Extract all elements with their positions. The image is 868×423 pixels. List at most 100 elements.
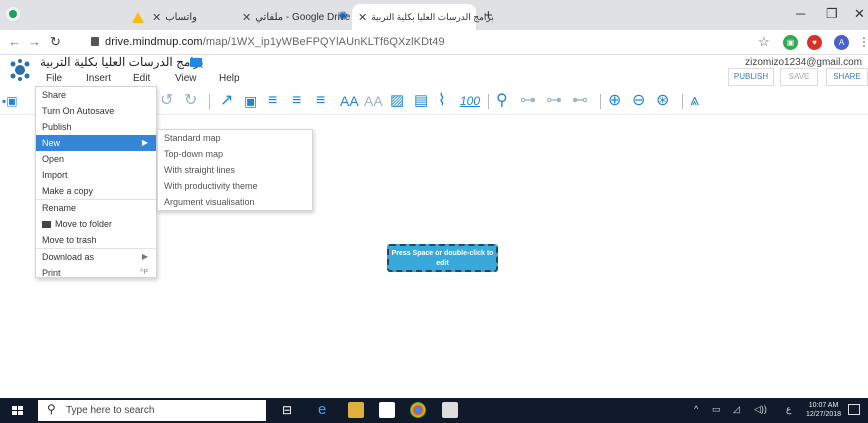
- menu-insert[interactable]: Insert: [86, 73, 133, 84]
- save-button[interactable]: SAVE: [780, 68, 818, 86]
- menu-edit[interactable]: Edit: [133, 73, 175, 84]
- search-placeholder: Type here to search: [66, 405, 155, 416]
- align-left-icon[interactable]: ≡: [268, 91, 277, 111]
- tab-close-icon[interactable]: ✕: [242, 11, 251, 24]
- back-icon[interactable]: ←: [8, 34, 21, 49]
- menu-item-share[interactable]: Share: [36, 87, 156, 103]
- chrome-icon: [6, 7, 20, 21]
- menu-item-standard-map[interactable]: Standard map: [158, 130, 312, 146]
- zoom-in-icon[interactable]: ⊕: [608, 91, 621, 111]
- bookmark-star-icon[interactable]: ☆: [758, 34, 770, 50]
- menu-item-import[interactable]: Import: [36, 167, 156, 183]
- chrome-taskbar-icon[interactable]: [410, 402, 426, 418]
- menu-item-print[interactable]: Print ^P: [36, 265, 156, 281]
- tab-mindmup[interactable]: ✕ برامج الدرسات العليا بكلية التربية: [352, 4, 494, 30]
- menu-item-publish[interactable]: Publish: [36, 119, 156, 135]
- add-parent-icon[interactable]: ⊷: [572, 91, 588, 111]
- toolbar-separator: [488, 94, 489, 109]
- url-host: drive.mindmup.com: [105, 36, 203, 48]
- search-icon: ⚲: [47, 402, 56, 416]
- submenu-arrow-icon: ▶: [141, 252, 148, 261]
- search-icon[interactable]: ⚲: [496, 91, 508, 111]
- font-size-down-icon[interactable]: AA: [364, 91, 383, 111]
- connector-icon[interactable]: ↗: [220, 91, 233, 111]
- windows-start-icon[interactable]: [12, 406, 23, 416]
- notification-icon[interactable]: [848, 404, 860, 415]
- tab-title: ملفاتي - Google Drive: [255, 11, 351, 23]
- menu-item-rename[interactable]: Rename: [36, 200, 156, 216]
- menu-item-productivity-theme[interactable]: With productivity theme: [158, 178, 312, 194]
- menu-item-move-to-trash[interactable]: Move to trash: [36, 232, 156, 248]
- extension-icon[interactable]: ♥: [807, 35, 822, 50]
- folder-icon[interactable]: [190, 58, 202, 67]
- menu-item-top-down-map[interactable]: Top-down map: [158, 146, 312, 162]
- url-field[interactable]: drive.mindmup.com/map/1WX_ip1yWBeFPQYlAU…: [105, 36, 445, 48]
- menu-item-make-copy[interactable]: Make a copy: [36, 183, 156, 199]
- mindmup-logo: [10, 59, 30, 81]
- browser-tab-strip: ✕ واتساب ✕ ملفاتي - Google Drive ✕ برامج…: [0, 0, 868, 30]
- profile-avatar[interactable]: A: [834, 35, 849, 50]
- zoom-fit-icon[interactable]: ⊛: [656, 91, 669, 111]
- add-child-icon[interactable]: ⊶: [546, 91, 562, 111]
- menu-item-open[interactable]: Open: [36, 151, 156, 167]
- add-text-box-icon[interactable]: ▣: [244, 91, 257, 111]
- menu-item-autosave[interactable]: Turn On Autosave: [36, 103, 156, 119]
- root-node[interactable]: Press Space or double-click to edit: [387, 244, 498, 272]
- menu-file[interactable]: File: [46, 73, 86, 84]
- taskbar-search[interactable]: ⚲ Type here to search: [38, 400, 266, 421]
- file-menu: Share Turn On Autosave Publish New ▶ Open…: [35, 86, 157, 278]
- map-title[interactable]: برامج الدرسات العليا بكلية التربية: [40, 55, 204, 69]
- minimize-icon[interactable]: ─: [796, 6, 805, 21]
- store-icon[interactable]: [379, 402, 395, 418]
- menu-item-new[interactable]: New ▶: [36, 135, 156, 151]
- menu-item-straight-lines[interactable]: With straight lines: [158, 162, 312, 178]
- align-right-icon[interactable]: ≡: [316, 91, 325, 111]
- file-explorer-icon[interactable]: [348, 402, 364, 418]
- volume-icon[interactable]: ◁)): [754, 404, 767, 415]
- extension-icon[interactable]: ▣: [783, 35, 798, 50]
- browser-menu-icon[interactable]: ⋮: [858, 35, 868, 49]
- language-indicator[interactable]: ع: [786, 404, 791, 415]
- menu-view[interactable]: View: [175, 73, 219, 84]
- progress-icon[interactable]: 100: [460, 91, 480, 111]
- align-center-icon[interactable]: ≡: [292, 91, 301, 111]
- redo-icon[interactable]: ↻: [184, 91, 197, 111]
- address-bar: ← → ↻ drive.mindmup.com/map/1WX_ip1yWBeF…: [0, 30, 868, 55]
- new-tab-button[interactable]: +: [484, 7, 493, 24]
- add-sibling-icon[interactable]: ⊶: [520, 91, 536, 111]
- reload-icon[interactable]: ↻: [50, 34, 61, 50]
- toolbar-toggle-icon[interactable]: ▪▣: [2, 91, 18, 111]
- collapse-all-icon[interactable]: ⩓: [690, 91, 699, 111]
- menu-item-argument-visualisation[interactable]: Argument visualisation: [158, 194, 312, 210]
- task-view-icon[interactable]: ⊟: [282, 403, 292, 417]
- menu-item-download-as[interactable]: Download as ▶: [36, 249, 156, 265]
- battery-icon[interactable]: ▭: [712, 404, 721, 415]
- folder-icon: [42, 221, 51, 228]
- publish-button[interactable]: PUBLISH: [728, 68, 774, 86]
- tab-close-icon[interactable]: ✕: [358, 11, 367, 24]
- toolbar-separator: [600, 94, 601, 109]
- menu-bar: File Insert Edit View Help: [46, 73, 240, 84]
- wifi-icon[interactable]: ◿: [733, 404, 740, 415]
- forward-icon[interactable]: →: [28, 34, 41, 49]
- taskbar-clock[interactable]: 10:07 AM 12/27/2018: [806, 401, 841, 419]
- toolbar-separator: [209, 94, 210, 109]
- tray-expand-icon[interactable]: ^: [694, 404, 698, 414]
- edge-icon[interactable]: e: [318, 402, 334, 418]
- tab-google-drive[interactable]: ✕ ملفاتي - Google Drive: [238, 4, 350, 30]
- mail-icon[interactable]: [442, 402, 458, 418]
- menu-help[interactable]: Help: [219, 73, 240, 84]
- share-button[interactable]: SHARE: [826, 68, 868, 86]
- attachment-icon[interactable]: ⌇: [438, 91, 446, 111]
- zoom-out-icon[interactable]: ⊖: [632, 91, 645, 111]
- tab-close-icon[interactable]: ✕: [152, 11, 161, 24]
- undo-icon[interactable]: ↺: [160, 91, 173, 111]
- close-window-icon[interactable]: ✕: [854, 6, 865, 22]
- font-size-up-icon[interactable]: AA: [340, 91, 359, 111]
- insert-image-icon[interactable]: ▨: [390, 91, 404, 111]
- restore-icon[interactable]: ❐: [826, 6, 838, 22]
- note-icon[interactable]: ▤: [414, 91, 428, 111]
- submenu-arrow-icon: ▶: [141, 138, 148, 147]
- tab-whatsapp[interactable]: ✕ واتساب: [128, 4, 228, 30]
- menu-item-move-to-folder[interactable]: Move to folder: [36, 216, 156, 232]
